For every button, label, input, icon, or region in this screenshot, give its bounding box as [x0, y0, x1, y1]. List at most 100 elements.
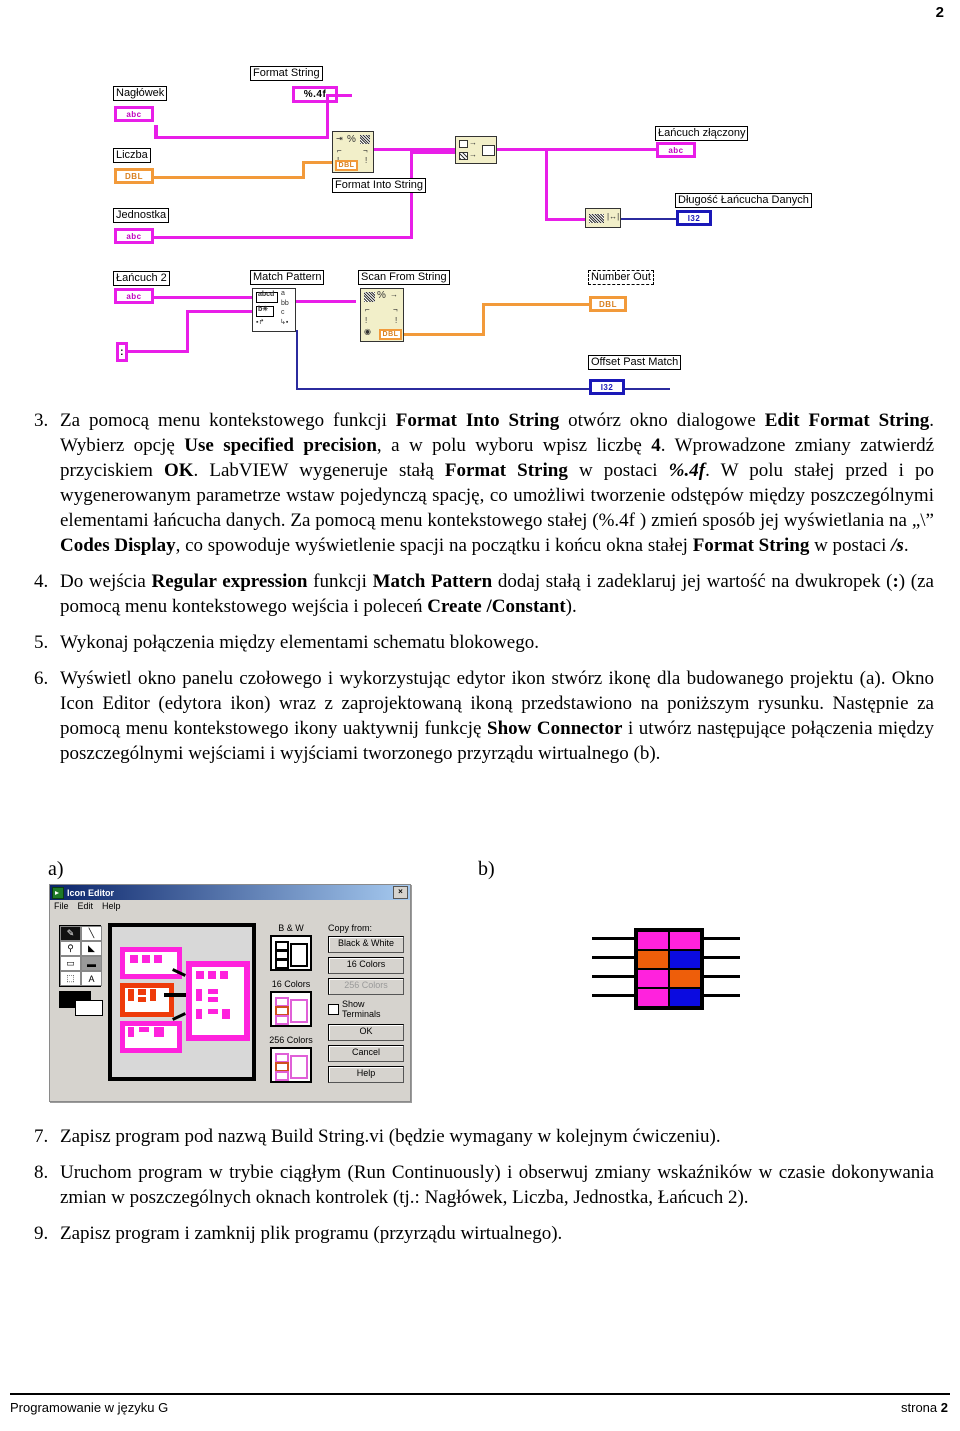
instruction-number: 4. — [34, 571, 49, 592]
labview-vi-icon — [52, 886, 64, 899]
connector-pane-grid[interactable] — [634, 928, 704, 1010]
bd-label-liczba: Liczba — [113, 148, 151, 163]
eyedropper-tool[interactable]: ⚲ — [60, 941, 81, 956]
bd-terminal-offset-past-match: I32 — [589, 379, 625, 395]
instruction-item: 4. Do wejścia Regular expression funkcji … — [34, 569, 934, 619]
color-swatches[interactable] — [59, 991, 103, 1016]
icon-preview-256[interactable] — [270, 1047, 312, 1083]
icon-editor-title: Icon Editor — [67, 887, 114, 898]
icon-preview-bw[interactable] — [270, 935, 312, 971]
show-terminals-row[interactable]: Show Terminals — [328, 999, 402, 1019]
footer-left-text: Programowanie w języku G — [10, 1400, 169, 1415]
color-mode-column: B & W 16 Colors 256 Colors — [260, 923, 322, 1091]
footer-right: strona 2 — [901, 1400, 948, 1415]
close-icon[interactable]: × — [393, 886, 408, 899]
instruction-item: 5. Wykonaj połączenia między elementami s… — [34, 630, 934, 655]
bd-terminal-number-out: DBL — [589, 296, 627, 312]
bd-terminal-lancuch-zlaczony: abc — [656, 142, 696, 158]
instruction-text: Za pomocą menu kontekstowego funkcji For… — [60, 410, 935, 556]
menu-item-help[interactable]: Help — [102, 901, 121, 914]
connector-cell[interactable] — [669, 988, 701, 1007]
bd-node-scan-dbl-port: DBL — [379, 329, 402, 340]
instruction-text: Zapisz program pod nazwą Build String.vi… — [60, 1126, 721, 1147]
bd-node-dbl-port: DBL — [335, 160, 358, 171]
wire — [296, 300, 356, 303]
wire — [621, 218, 676, 220]
wire — [545, 148, 548, 220]
instruction-number: 8. — [34, 1162, 49, 1183]
connector-lead-left-1 — [592, 937, 636, 940]
line-tool[interactable]: ╲ — [81, 926, 102, 941]
cancel-button[interactable]: Cancel — [328, 1045, 404, 1062]
bd-label-lancuch-zlaczony: Łańcuch złączony — [655, 126, 749, 141]
wire — [302, 161, 332, 164]
instruction-number: 5. — [34, 632, 49, 653]
show-terminals-checkbox[interactable] — [328, 1003, 339, 1015]
menu-item-edit[interactable]: Edit — [78, 901, 94, 914]
bd-node-match-pattern: abcd a bb c b✳ ▪↱ ↳▪ — [252, 288, 296, 332]
wire — [410, 151, 413, 239]
filled-rectangle-tool[interactable]: ▬ — [81, 956, 102, 971]
select-tool[interactable]: ⬚ — [60, 971, 81, 986]
copy-from-black-white-button[interactable]: Black & White — [328, 936, 404, 953]
text-tool[interactable]: A — [81, 971, 102, 986]
pencil-tool[interactable]: ✎ — [60, 926, 81, 941]
rectangle-tool[interactable]: ▭ — [60, 956, 81, 971]
bd-terminal-dlugosc-lancucha: I32 — [676, 210, 712, 226]
bd-node-concatenate-strings: → → — [455, 136, 497, 164]
connector-pane-figure — [592, 910, 740, 1020]
icon-editor-window[interactable]: Icon Editor × File Edit Help ✎ ╲ ⚲ ◣ ▭ ▬… — [49, 884, 411, 1102]
wire — [404, 333, 484, 336]
icon-editor-menubar: File Edit Help — [50, 900, 410, 915]
wire — [154, 296, 252, 299]
bd-label-format-string: Format String — [250, 66, 323, 81]
connector-lead-left-3 — [592, 975, 636, 978]
connector-cell[interactable] — [637, 969, 669, 988]
instruction-text: Uruchom program w trybie ciągłym (Run Co… — [60, 1162, 934, 1208]
ok-button[interactable]: OK — [328, 1024, 404, 1041]
instruction-list-after: 7. Zapisz program pod nazwą Build String.… — [34, 1124, 934, 1257]
instruction-number: 3. — [34, 410, 49, 431]
header-page-number: 2 — [935, 4, 944, 21]
bd-terminal-naglowek: abc — [114, 106, 154, 122]
icon-preview-16[interactable] — [270, 991, 312, 1027]
copy-from-16-colors-button[interactable]: 16 Colors — [328, 957, 404, 974]
connector-cell[interactable] — [669, 969, 701, 988]
instruction-number: 7. — [34, 1126, 49, 1147]
connector-cell[interactable] — [637, 931, 669, 950]
wire — [296, 330, 298, 390]
copy-from-256-colors-button: 256 Colors — [328, 978, 404, 995]
wire — [482, 303, 590, 306]
bd-label-match-pattern: Match Pattern — [250, 270, 325, 285]
bd-label-naglowek: Nagłówek — [113, 86, 168, 101]
fill-tool[interactable]: ◣ — [81, 941, 102, 956]
wire — [410, 151, 458, 154]
wire — [482, 303, 485, 336]
instruction-number: 6. — [34, 668, 49, 689]
connector-lead-left-2 — [592, 956, 636, 959]
instruction-item: 6. Wyświetl okno panelu czołowego i wykor… — [34, 666, 934, 766]
icon-canvas[interactable] — [108, 923, 256, 1081]
wire — [326, 94, 352, 97]
connector-cell[interactable] — [637, 950, 669, 969]
copy-from-label: Copy from: — [328, 923, 373, 933]
labview-block-diagram: Format String %.4f Nagłówek abc Liczba D… — [110, 48, 850, 395]
tool-palette: ✎ ╲ ⚲ ◣ ▭ ▬ ⬚ A — [59, 925, 103, 1016]
bd-node-format-into-string: ⇥ % ⌐ ¬ ! ! DBL — [332, 131, 374, 173]
bd-label-lancuch2: Łańcuch 2 — [113, 271, 170, 286]
connector-cell[interactable] — [637, 988, 669, 1007]
menu-item-file[interactable]: File — [54, 901, 69, 914]
icon-editor-titlebar: Icon Editor × — [50, 885, 410, 900]
help-button[interactable]: Help — [328, 1066, 404, 1083]
wire — [497, 148, 657, 151]
background-color-swatch[interactable] — [75, 1000, 103, 1016]
wire — [154, 236, 412, 239]
instruction-list-main: 3. Za pomocą menu kontekstowego funkcji F… — [34, 408, 934, 777]
document-page: 2 Format String %.4f Nagłówek abc Liczba… — [0, 0, 960, 1431]
instruction-item: 7. Zapisz program pod nazwą Build String.… — [34, 1124, 934, 1149]
icon-editor-body: ✎ ╲ ⚲ ◣ ▭ ▬ ⬚ A B & W 16 Colors 256 Colo… — [50, 915, 410, 1101]
connector-cell[interactable] — [669, 950, 701, 969]
footer-rule — [10, 1393, 950, 1395]
connector-cell[interactable] — [669, 931, 701, 950]
icon-editor-right-column: Copy from: Black & White 16 Colors 256 C… — [328, 923, 404, 1087]
